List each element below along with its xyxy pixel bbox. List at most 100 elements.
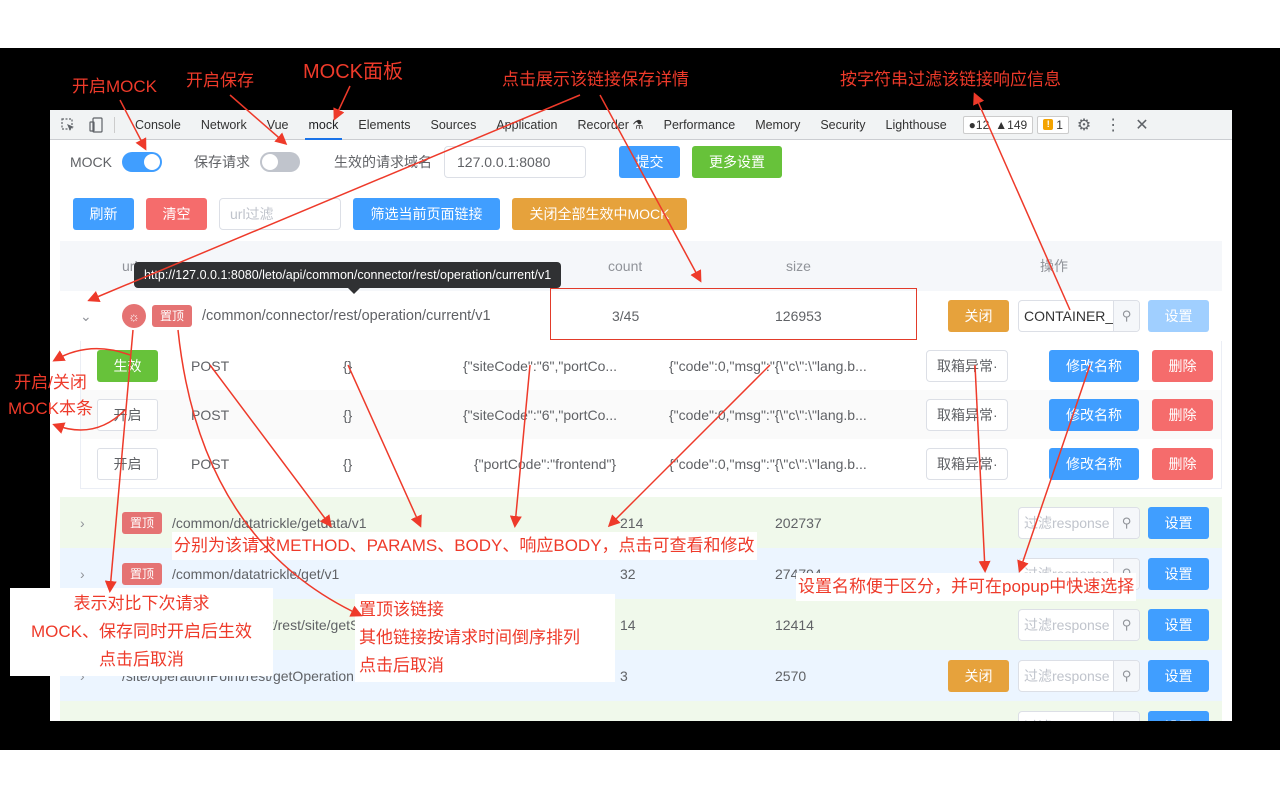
url-filter-input[interactable]: url过滤 — [219, 198, 341, 230]
compare-bulb-icon[interactable]: ☼ — [122, 304, 146, 328]
pin-top-button[interactable]: 置顶 — [122, 562, 163, 585]
body-cell[interactable]: {"siteCode":"6","portCo... — [463, 341, 617, 390]
more-settings-button[interactable]: 更多设置 — [692, 146, 782, 178]
response-name-input[interactable]: 取箱异常· — [926, 447, 1008, 480]
annotation-toggle-mock: 开启/关闭 MOCK本条 — [8, 373, 93, 418]
refresh-button[interactable]: 刷新 — [73, 198, 134, 230]
close-mock-button[interactable]: 关闭 — [948, 659, 1009, 692]
params-cell[interactable]: {} — [343, 390, 352, 439]
saved-response-row: 生效 POST {} {"siteCode":"6","portCo... {"… — [81, 341, 1221, 390]
tab-recorder-label: Recorder — [577, 117, 629, 132]
params-cell[interactable]: {} — [343, 341, 352, 390]
warning-icon: ▲ — [995, 117, 1008, 132]
domain-input[interactable]: 127.0.0.1:8080 — [444, 146, 586, 178]
table-row[interactable]: › /common/operationPoint/rest/getShelfSi… — [60, 701, 1222, 721]
settings-button[interactable]: 设置 — [1148, 710, 1209, 721]
search-icon[interactable]: ⚲ — [1113, 507, 1139, 538]
method-cell[interactable]: POST — [191, 390, 229, 439]
delete-button[interactable]: 删除 — [1152, 447, 1213, 480]
close-all-mock-button[interactable]: 关闭全部生效中MOCK — [512, 198, 687, 230]
row-count: 21 — [620, 701, 636, 722]
tab-recorder[interactable]: Recorder ⚗ — [568, 110, 654, 140]
annotation-pin: 置顶该链接 其他链接按请求时间倒序排列 点击后取消 — [355, 594, 615, 682]
tab-network[interactable]: Network — [191, 110, 257, 140]
row-count: 3 — [620, 667, 628, 684]
tab-console[interactable]: Console — [125, 110, 191, 140]
response-filter-input[interactable]: 过滤response⚲ — [1018, 659, 1140, 692]
toolbar-divider — [114, 116, 115, 133]
delete-button[interactable]: 删除 — [1152, 398, 1213, 431]
tab-vue[interactable]: Vue — [257, 110, 299, 140]
toggle-mock-button[interactable]: 生效 — [97, 349, 158, 382]
issues-count[interactable]: ! 1 — [1037, 115, 1069, 134]
settings-button[interactable]: 设置 — [1148, 300, 1209, 332]
row-url[interactable]: /common/operationPoint/rest/getShelfSide… — [122, 701, 482, 722]
row-url[interactable]: /common/connector/rest/operation/current… — [202, 291, 491, 341]
body-cell[interactable]: {"siteCode":"6","portCo... — [463, 390, 617, 439]
console-counts[interactable]: ●12 ▲149 — [962, 115, 1034, 134]
search-icon[interactable]: ⚲ — [1113, 609, 1139, 640]
close-icon[interactable]: ✕ — [1135, 115, 1148, 135]
response-cell[interactable]: {"code":0,"msg":"{\"c\":\"lang.b... — [669, 390, 867, 439]
row-size: 2570 — [775, 667, 807, 684]
saved-response-row: 开启 POST {} {"siteCode":"6","portCo... {"… — [81, 390, 1221, 439]
tab-performance[interactable]: Performance — [654, 110, 746, 140]
tab-lighthouse[interactable]: Lighthouse — [876, 110, 957, 140]
filter-current-page-button[interactable]: 筛选当前页面链接 — [353, 198, 500, 230]
inspect-element-icon[interactable] — [58, 115, 78, 135]
submit-button[interactable]: 提交 — [619, 146, 680, 178]
settings-button[interactable]: 设置 — [1148, 557, 1209, 590]
annotation-open-save: 开启保存 — [186, 71, 254, 90]
gear-icon[interactable]: ⚙ — [1077, 115, 1091, 135]
device-toolbar-icon[interactable] — [86, 115, 106, 135]
search-icon[interactable]: ⚲ — [1113, 301, 1139, 331]
mock-label: MOCK — [70, 154, 112, 170]
annotation-expand-details: 点击展示该链接保存详情 — [502, 70, 689, 89]
response-cell[interactable]: {"code":0,"msg":"{\"c\":\"lang.b... — [669, 341, 867, 390]
tab-security[interactable]: Security — [810, 110, 875, 140]
issue-icon: ! — [1043, 119, 1054, 130]
toggle-mock-button[interactable]: 开启 — [97, 398, 158, 431]
search-icon[interactable]: ⚲ — [1113, 711, 1139, 721]
chevron-right-icon[interactable]: › — [80, 701, 85, 722]
response-filter-input[interactable]: 过滤response⚲ — [1018, 608, 1140, 641]
params-cell[interactable]: {} — [343, 439, 352, 488]
settings-button[interactable]: 设置 — [1148, 659, 1209, 692]
settings-button[interactable]: 设置 — [1148, 506, 1209, 539]
save-request-label: 保存请求 — [194, 154, 250, 170]
pin-top-button[interactable]: 置顶 — [152, 305, 193, 327]
delete-button[interactable]: 删除 — [1152, 349, 1213, 382]
close-mock-button[interactable]: 关闭 — [948, 300, 1009, 332]
rename-button[interactable]: 修改名称 — [1049, 398, 1139, 431]
clear-button[interactable]: 清空 — [146, 198, 207, 230]
mock-toggle[interactable] — [122, 152, 162, 172]
settings-button[interactable]: 设置 — [1148, 608, 1209, 641]
method-cell[interactable]: POST — [191, 341, 229, 390]
tab-elements[interactable]: Elements — [348, 110, 420, 140]
response-filter-input[interactable]: 过滤response⚲ — [1018, 506, 1140, 539]
rename-button[interactable]: 修改名称 — [1049, 349, 1139, 382]
more-options-icon[interactable]: ⋮ — [1105, 115, 1121, 135]
chevron-right-icon[interactable]: › — [80, 497, 85, 548]
body-cell[interactable]: {"portCode":"frontend"} — [474, 439, 616, 488]
response-name-input[interactable]: 取箱异常· — [926, 398, 1008, 431]
save-request-toggle[interactable] — [260, 152, 300, 172]
response-filter-input[interactable]: CONTAINER_ ⚲ — [1018, 300, 1140, 332]
response-filter-input[interactable]: 过滤response⚲ — [1018, 710, 1140, 721]
chevron-down-icon[interactable]: ⌄ — [80, 291, 92, 341]
tab-application[interactable]: Application — [486, 110, 567, 140]
response-name-input[interactable]: 取箱异常· — [926, 349, 1008, 382]
header-size: size — [786, 258, 811, 274]
tab-sources[interactable]: Sources — [420, 110, 486, 140]
rename-button[interactable]: 修改名称 — [1049, 447, 1139, 480]
tab-memory[interactable]: Memory — [745, 110, 810, 140]
toggle-mock-button[interactable]: 开启 — [97, 447, 158, 480]
annotation-open-mock: 开启MOCK — [72, 77, 157, 96]
tab-mock[interactable]: mock — [299, 110, 349, 140]
response-cell[interactable]: {"code":0,"msg":"{\"c\":\"lang.b... — [669, 439, 867, 488]
method-cell[interactable]: POST — [191, 439, 229, 488]
saved-responses: 生效 POST {} {"siteCode":"6","portCo... {"… — [80, 341, 1222, 489]
row-size: 202737 — [775, 514, 822, 531]
search-icon[interactable]: ⚲ — [1113, 660, 1139, 691]
pin-top-button[interactable]: 置顶 — [122, 511, 163, 534]
